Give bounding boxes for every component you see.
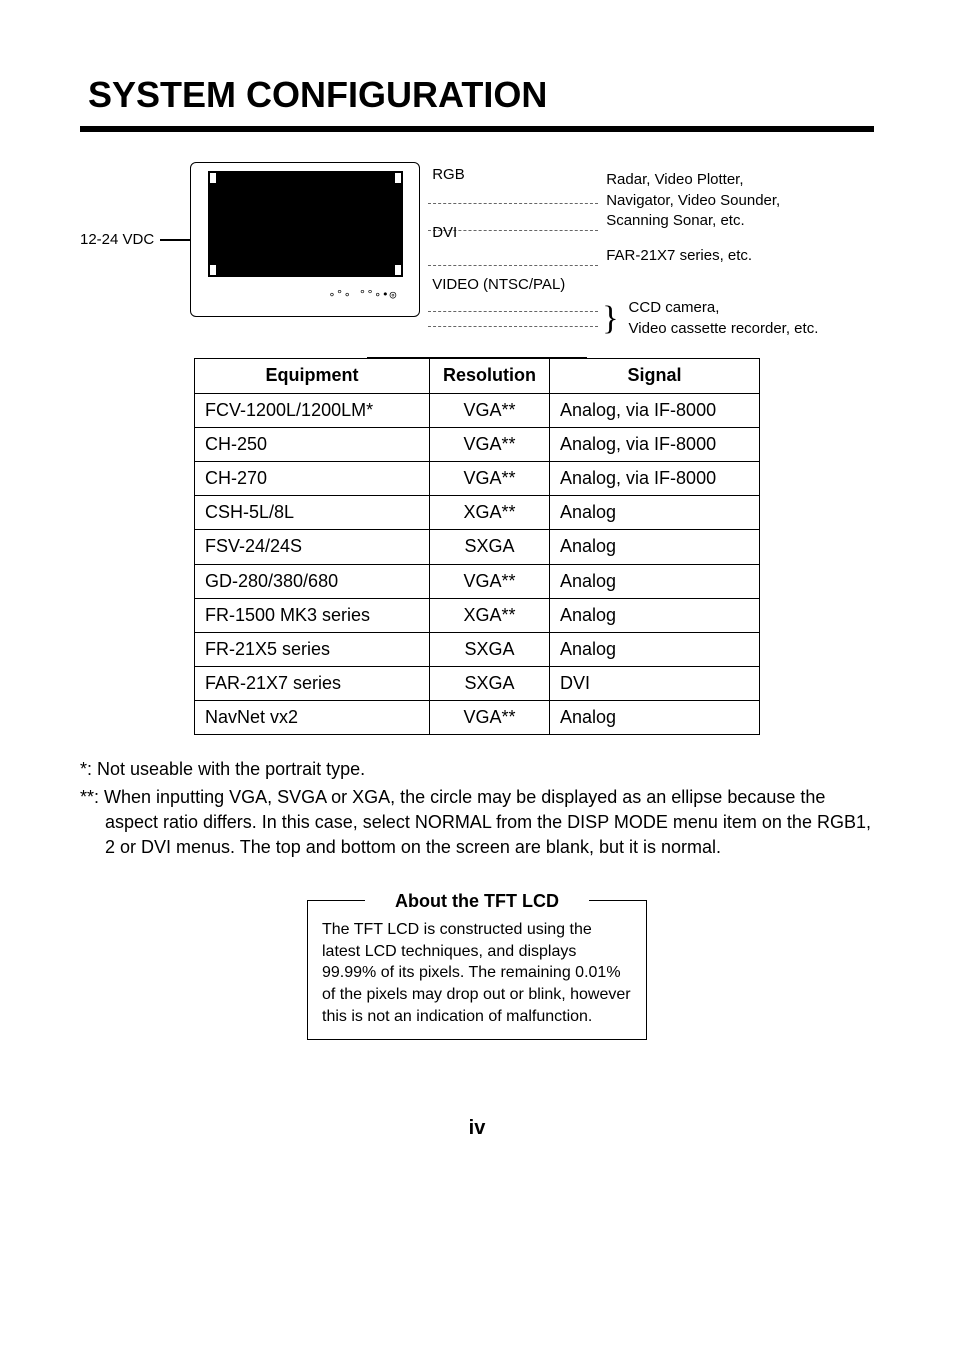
table-header: Signal (550, 359, 760, 393)
monitor-controls-icon: ∘°∘ °°∘•◎ (329, 287, 420, 302)
table-row: FCV-1200L/1200LM*VGA**Analog, via IF-800… (195, 393, 760, 427)
dash-line (428, 311, 598, 312)
about-box: About the TFT LCD The TFT LCD is constru… (307, 900, 647, 1040)
dash-line (428, 326, 598, 327)
equipment-table: Equipment Resolution Signal FCV-1200L/12… (194, 358, 760, 735)
footnote-1: *: Not useable with the portrait type. (80, 757, 874, 782)
cell: XGA** (430, 598, 550, 632)
table-row: FR-21X5 seriesSXGAAnalog (195, 632, 760, 666)
table-row: CH-250VGA**Analog, via IF-8000 (195, 427, 760, 461)
cell: CH-250 (195, 427, 430, 461)
table-header: Resolution (430, 359, 550, 393)
cell: FAR-21X7 series (195, 667, 430, 701)
conn-label-rgb: RGB (428, 164, 465, 186)
table-row: FR-1500 MK3 seriesXGA**Analog (195, 598, 760, 632)
connection-block: RGB Radar, Video Plotter,Navigator, Vide… (420, 162, 818, 317)
cell: VGA** (430, 393, 550, 427)
table-row: CSH-5L/8LXGA**Analog (195, 496, 760, 530)
monitor-screen (208, 171, 403, 277)
table-header-row: Equipment Resolution Signal (195, 359, 760, 393)
cell: Analog (550, 530, 760, 564)
cell: VGA** (430, 701, 550, 735)
dash-line (428, 203, 598, 204)
power-input-label: 12-24 VDC (80, 229, 160, 250)
conn-label-dvi: DVI (428, 222, 457, 244)
cell: Analog (550, 564, 760, 598)
page-number: iv (80, 1114, 874, 1142)
cell: FSV-24/24S (195, 530, 430, 564)
title-rule (80, 126, 874, 132)
brace-icon: } (598, 305, 620, 332)
table-header: Equipment (195, 359, 430, 393)
dash-line (428, 265, 598, 266)
about-body: The TFT LCD is constructed using the lat… (322, 919, 632, 1027)
cell: VGA** (430, 461, 550, 495)
cell: NavNet vx2 (195, 701, 430, 735)
cell: DVI (550, 667, 760, 701)
table-row: NavNet vx2VGA**Analog (195, 701, 760, 735)
table-row: GD-280/380/680VGA**Analog (195, 564, 760, 598)
cell: Analog (550, 701, 760, 735)
cell: Analog (550, 632, 760, 666)
cell: GD-280/380/680 (195, 564, 430, 598)
cell: CH-270 (195, 461, 430, 495)
cell: FR-1500 MK3 series (195, 598, 430, 632)
about-title: About the TFT LCD (308, 889, 646, 913)
conn-desc-video: CCD camera,Video cassette recorder, etc. (621, 298, 819, 339)
monitor-icon: ∘°∘ °°∘•◎ (190, 162, 420, 317)
cell: CSH-5L/8L (195, 496, 430, 530)
conn-desc-dvi: FAR-21X7 series, etc. (598, 246, 752, 266)
cell: Analog (550, 496, 760, 530)
cell: SXGA (430, 667, 550, 701)
cell: FCV-1200L/1200LM* (195, 393, 430, 427)
cell: SXGA (430, 530, 550, 564)
cell: VGA** (430, 427, 550, 461)
cell: Analog (550, 598, 760, 632)
footnote-2: **: When inputting VGA, SVGA or XGA, the… (80, 785, 874, 861)
cell: VGA** (430, 564, 550, 598)
cell: Analog, via IF-8000 (550, 461, 760, 495)
power-line (160, 239, 190, 241)
cell: Analog, via IF-8000 (550, 393, 760, 427)
cell: FR-21X5 series (195, 632, 430, 666)
cell: Analog, via IF-8000 (550, 427, 760, 461)
page-title: SYSTEM CONFIGURATION (80, 70, 874, 120)
table-row: CH-270VGA**Analog, via IF-8000 (195, 461, 760, 495)
footnotes: *: Not useable with the portrait type. *… (80, 757, 874, 860)
cell: XGA** (430, 496, 550, 530)
cell: SXGA (430, 632, 550, 666)
conn-label-video: VIDEO (NTSC/PAL) (428, 274, 565, 296)
table-row: FAR-21X7 seriesSXGADVI (195, 667, 760, 701)
system-diagram: 12-24 VDC ∘°∘ °°∘•◎ RGB Radar, Video Plo… (80, 162, 874, 317)
table-row: FSV-24/24SSXGAAnalog (195, 530, 760, 564)
